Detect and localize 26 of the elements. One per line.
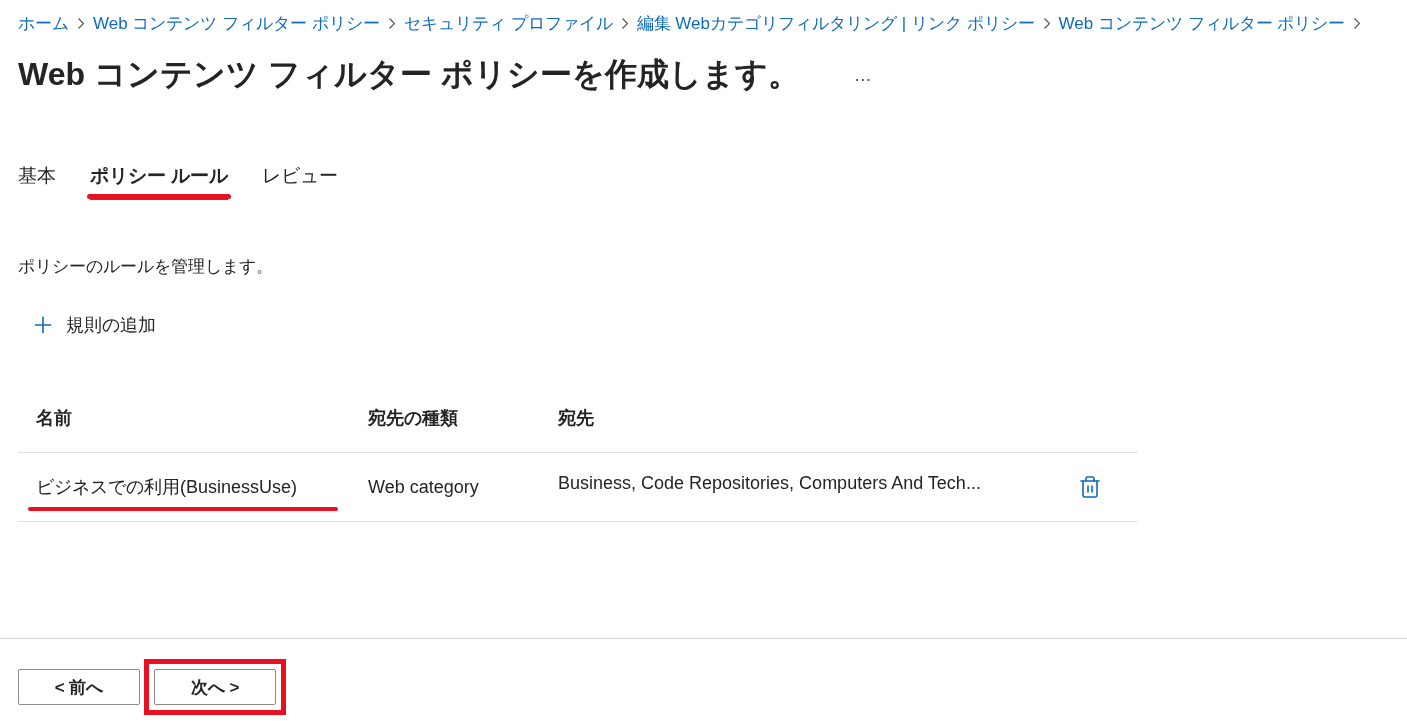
table-cell-text: Business, Code Repositories, Computers And Tech... <box>557 471 982 495</box>
table-cell: ビジネスでの利用(BusinessUse) <box>36 477 298 497</box>
breadcrumb-link[interactable]: Web コンテンツ フィルター ポリシー <box>93 12 380 35</box>
add-rule-button[interactable]: 規則の追加 <box>18 312 168 338</box>
breadcrumb-link[interactable]: Web コンテンツ フィルター ポリシー <box>1058 12 1346 35</box>
chevron-icon <box>78 18 84 29</box>
more-button[interactable]: … <box>853 64 872 86</box>
column-header: 名前 <box>35 407 73 430</box>
trash-icon[interactable] <box>1078 475 1102 499</box>
table-cell-text: Web category <box>367 475 480 499</box>
page-title: Web コンテンツ フィルター ポリシーを作成します。 <box>18 55 800 94</box>
chevron-icon <box>1043 18 1050 29</box>
tab[interactable]: ポリシー ルール <box>90 163 229 200</box>
column-header: 宛先 <box>557 407 595 430</box>
nav-button[interactable]: < 前へ <box>18 669 140 705</box>
chevron-icon <box>388 18 395 29</box>
breadcrumb-link[interactable]: 編集 Webカテゴリフィルタリング | リンク ポリシー <box>636 12 1035 35</box>
tab[interactable]: レビュー <box>262 163 339 200</box>
breadcrumb-link[interactable]: ホーム <box>18 12 69 35</box>
chevron-icon <box>1354 18 1361 29</box>
column-header: 宛先の種類 <box>367 407 459 430</box>
nav-button[interactable]: 次へ > <box>154 669 276 705</box>
chevron-icon <box>621 18 628 29</box>
breadcrumb-link[interactable]: セキュリティ プロファイル <box>403 12 613 35</box>
description-text: ポリシーのルールを管理します。 <box>18 256 274 278</box>
tab[interactable]: 基本 <box>18 163 56 200</box>
